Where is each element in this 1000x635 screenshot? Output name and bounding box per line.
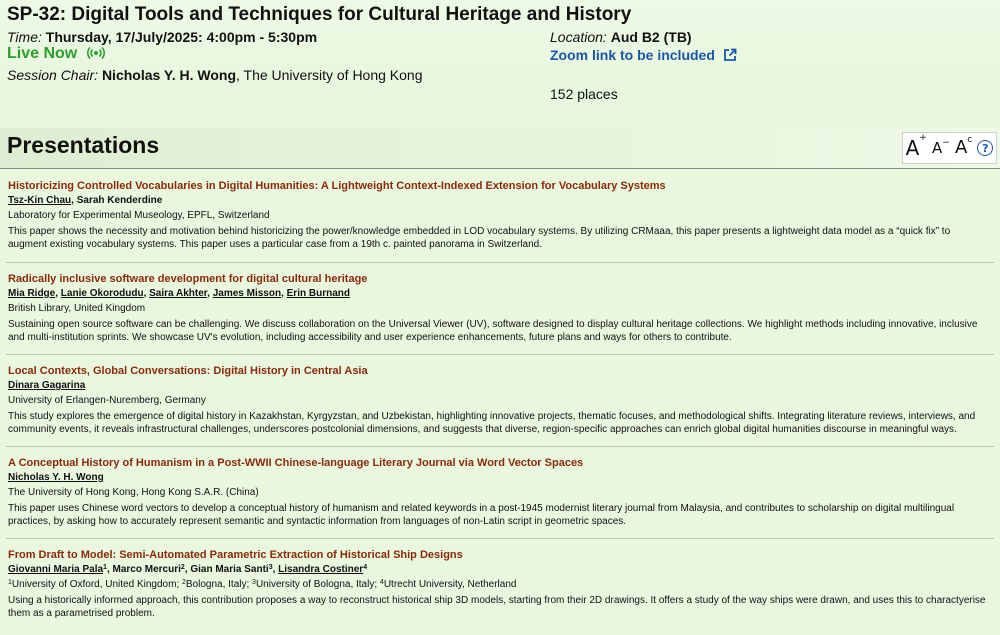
zoom-link[interactable]: Zoom link to be included [550, 47, 737, 65]
affiliation-text: University of Bologna, Italy; [255, 579, 380, 590]
abstract: This paper shows the necessity and motiv… [8, 226, 951, 250]
presentations-header: Presentations A+ A− Ac ? [0, 128, 1000, 169]
author-list: Mia Ridge, Lanie Okorodudu, Saira Akhter… [8, 287, 992, 301]
author-list: Dinara Gagarina [8, 379, 992, 393]
font-increase-label: A [905, 136, 920, 160]
presentation-item: From Draft to Model: Semi-Automated Para… [0, 539, 1000, 635]
font-size-toolbar: A+ A− Ac ? [902, 132, 997, 164]
chair-affiliation: , The University of Hong Kong [236, 67, 423, 83]
live-status: Live Now [7, 45, 106, 63]
zoom-link-label[interactable]: Zoom link to be included [550, 47, 715, 63]
presentation-item: Local Contexts, Global Conversations: Di… [0, 355, 1000, 447]
affiliation-marker: 1 [8, 579, 12, 586]
author-list: Giovanni Maria Pala1, Marco Mercuri2, Gi… [8, 563, 992, 577]
presentation-item: Historicizing Controlled Vocabularies in… [0, 170, 1000, 263]
author-link[interactable]: Erin Burnand [287, 288, 350, 299]
author-link[interactable]: Tsz-Kin Chau [8, 195, 71, 206]
affiliation: Laboratory for Experimental Museology, E… [8, 210, 270, 221]
presentation-title-link[interactable]: From Draft to Model: Semi-Automated Para… [8, 548, 992, 563]
affiliation-marker: 2 [181, 579, 186, 586]
help-label: ? [982, 141, 989, 155]
presentation-item: Radically inclusive software development… [0, 263, 1000, 355]
affiliation: The University of Hong Kong, Hong Kong S… [8, 487, 259, 498]
presentations-heading: Presentations [7, 132, 160, 158]
presentation-title-link[interactable]: A Conceptual History of Humanism in a Po… [8, 456, 992, 471]
help-icon[interactable]: ? [977, 140, 994, 156]
affiliation: British Library, United Kingdom [8, 303, 146, 314]
location-label: Location: [550, 29, 607, 45]
chair-name: Nicholas Y. H. Wong [101, 67, 236, 83]
font-reset-label: A [954, 137, 968, 158]
presentation-item: A Conceptual History of Humanism in a Po… [0, 447, 1000, 539]
author-link[interactable]: Dinara Gagarina [8, 380, 85, 391]
session-chair: Session Chair: Nicholas Y. H. Wong, The … [7, 67, 423, 83]
session-time: Time: Thursday, 17/July/2025: 4:00pm - 5… [7, 29, 317, 45]
abstract: This paper uses Chinese word vectors to … [8, 503, 955, 527]
author-link[interactable]: Saira Akhter [149, 288, 207, 299]
author-affil-marker: 3 [268, 564, 273, 571]
external-link-icon[interactable] [723, 48, 737, 65]
presentation-title-link[interactable]: Historicizing Controlled Vocabularies in… [8, 179, 992, 194]
affiliation: University of Erlangen-Nuremberg, German… [8, 395, 206, 406]
affiliation: 1University of Oxford, United Kingdom; 2… [8, 578, 992, 591]
places-count: 152 places [550, 86, 618, 102]
author-affil-marker: 2 [180, 564, 185, 571]
author-link[interactable]: Mia Ridge [8, 288, 55, 299]
author-link[interactable]: Lanie Okorodudu [61, 288, 144, 299]
affiliation-text: Utrecht University, Netherland [383, 579, 517, 590]
presentation-title-link[interactable]: Radically inclusive software development… [8, 272, 992, 287]
author-link[interactable]: James Misson [213, 288, 281, 299]
author-list: Tsz-Kin Chau, Sarah Kenderdine [8, 194, 992, 208]
session-header: SP-32: Digital Tools and Techniques for … [0, 0, 1000, 126]
font-increase-button[interactable]: A+ [905, 134, 927, 160]
time-value: Thursday, 17/July/2025: 4:00pm - 5:30pm [45, 29, 318, 45]
chair-label: Session Chair: [7, 67, 99, 83]
time-label: Time: [7, 29, 42, 45]
abstract: Using a historically informed approach, … [8, 595, 986, 619]
font-decrease-button[interactable]: A− [931, 138, 950, 157]
author-affil-marker: 1 [103, 564, 107, 571]
font-reset-button[interactable]: Ac [954, 136, 972, 158]
author-link[interactable]: Nicholas Y. H. Wong [8, 472, 104, 483]
author-link[interactable]: Giovanni Maria Pala [8, 564, 103, 575]
abstract: Sustaining open source software can be c… [8, 319, 978, 343]
presentation-title-link[interactable]: Local Contexts, Global Conversations: Di… [8, 364, 992, 379]
session-title: SP-32: Digital Tools and Techniques for … [7, 4, 632, 25]
affiliation-marker: 3 [252, 579, 256, 586]
author-link[interactable]: Sarah Kenderdine [77, 195, 163, 206]
affiliation-marker: 4 [379, 579, 384, 586]
font-decrease-label: A [931, 138, 943, 157]
live-label: Live Now [7, 45, 78, 62]
location-value: Aud B2 (TB) [610, 29, 692, 45]
author-link[interactable]: Gian Maria Santi [190, 564, 268, 575]
session-location: Location: Aud B2 (TB) [550, 29, 692, 45]
affiliation-text: University of Oxford, United Kingdom; [11, 579, 182, 590]
presentation-list: Historicizing Controlled Vocabularies in… [0, 170, 1000, 635]
author-list: Nicholas Y. H. Wong [8, 471, 992, 485]
abstract: This study explores the emergence of dig… [8, 411, 976, 435]
author-link[interactable]: Marco Mercuri [113, 564, 181, 575]
author-affil-marker: 4 [363, 564, 368, 571]
affiliation-text: Bologna, Italy; [185, 579, 253, 590]
broadcast-icon [87, 46, 106, 63]
author-link[interactable]: Lisandra Costiner [278, 564, 363, 575]
